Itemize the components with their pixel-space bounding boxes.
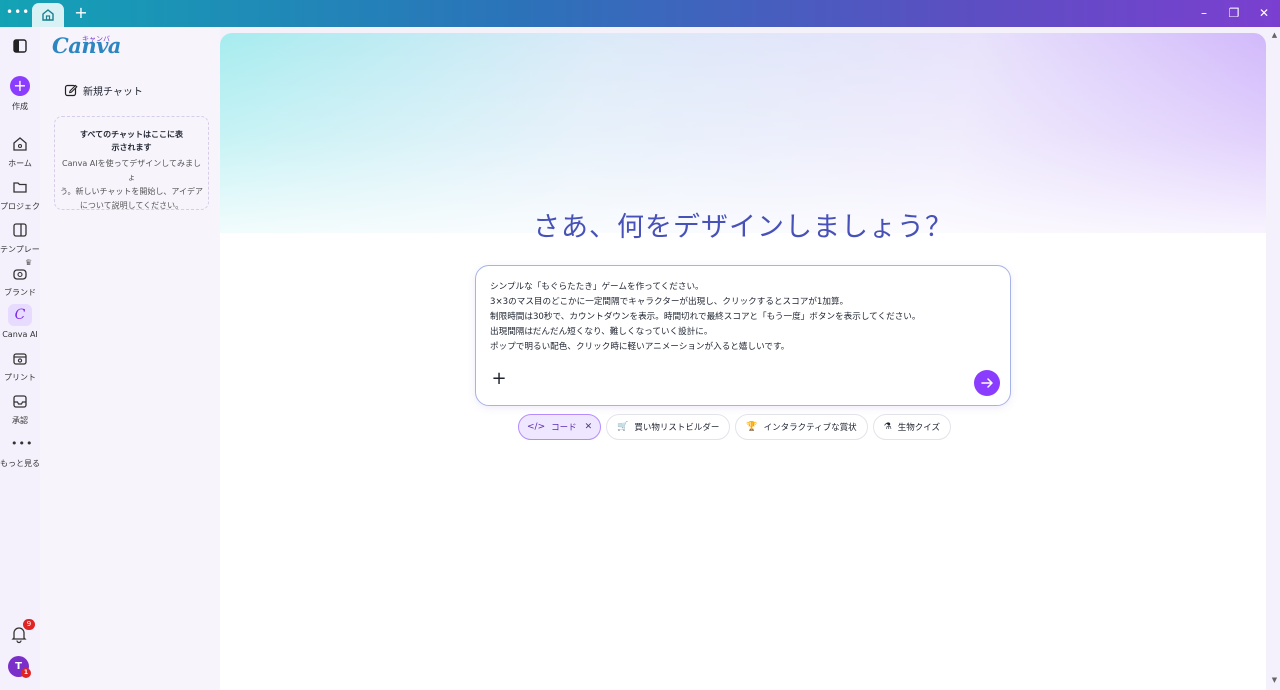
home-tab[interactable] — [32, 3, 64, 27]
empty-desc-line: う。新しいチャットを開始し、アイデア — [59, 187, 204, 196]
home-icon — [42, 9, 54, 21]
empty-desc-line: について説明してください。 — [79, 201, 184, 210]
plus-icon: + — [10, 76, 30, 96]
chip-biology-quiz[interactable]: ⚗ 生物クイズ — [872, 414, 951, 440]
rail-item-label: もっと見る — [0, 459, 40, 468]
rail-item-label: 承認 — [12, 416, 28, 425]
empty-chats-description: Canva AIを使ってデザインしてみましょ う。新しいチャットを開始し、アイデ… — [59, 157, 204, 213]
new-chat-label: 新規チャット — [83, 86, 143, 98]
rail-item-label: プロジェクト — [0, 202, 48, 211]
rail-item-approvals[interactable]: 承認 — [0, 392, 40, 426]
chip-certificate[interactable]: 🏆 インタラクティブな賞状 — [735, 414, 868, 440]
left-rail: + 作成 ホーム プロジェクト テンプレート ♛ ブランド C Canva AI — [0, 27, 48, 690]
empty-title-line: すべてのチャットはここに表 — [79, 130, 184, 139]
rail-item-home[interactable]: ホーム — [0, 135, 40, 169]
sidebar-toggle-button[interactable] — [0, 37, 40, 55]
rail-item-brand[interactable]: ♛ ブランド — [0, 258, 40, 298]
avatar-badge: 1 — [21, 668, 31, 678]
empty-chats-title: すべてのチャットはここに表 示されます — [59, 128, 204, 154]
arrow-right-icon — [981, 378, 993, 388]
minimize-icon[interactable]: – — [1194, 4, 1214, 22]
trophy-icon: 🏆 — [746, 422, 758, 432]
rail-item-templates[interactable]: テンプレート — [0, 221, 48, 255]
template-icon — [13, 223, 27, 237]
flask-icon: ⚗ — [883, 422, 892, 432]
rail-item-canva-ai[interactable]: C Canva AI — [0, 304, 40, 339]
empty-title-line: 示されます — [111, 143, 152, 152]
plus-icon: + — [491, 368, 507, 389]
close-icon[interactable]: ✕ — [1254, 4, 1274, 22]
rail-item-projects[interactable]: プロジェクト — [0, 178, 48, 212]
rail-item-label: ブランド — [4, 288, 36, 297]
chip-label: 買い物リストビルダー — [634, 423, 720, 433]
prompt-input[interactable]: シンプルな「もぐらたたき」ゲームを作ってください。 3×3のマス目のどこかに一定… — [475, 265, 1011, 406]
more-dots-icon[interactable]: ••• — [6, 5, 29, 21]
rail-item-print[interactable]: プリント — [0, 349, 40, 383]
new-chat-button[interactable]: 新規チャット — [64, 81, 143, 99]
canva-ai-icon: C — [8, 304, 32, 326]
empty-chats-placeholder: すべてのチャットはここに表 示されます Canva AIを使ってデザインしてみま… — [54, 116, 209, 210]
chip-shopping-list[interactable]: 🛒 買い物リストビルダー — [606, 414, 731, 440]
rail-item-more[interactable]: ••• もっと見る — [0, 435, 40, 469]
chat-history-panel: Canva キャンバ 新規チャット すべてのチャットはここに表 示されます Ca… — [40, 27, 220, 690]
print-icon — [13, 353, 27, 365]
inbox-icon — [13, 395, 27, 408]
chip-label: インタラクティブな賞状 — [763, 423, 857, 433]
chip-code[interactable]: </> コード ✕ — [518, 414, 602, 440]
notifications-button[interactable]: 9 — [9, 619, 35, 644]
cart-icon: 🛒 — [617, 422, 629, 432]
title-bar: ••• + – ❐ ✕ — [0, 0, 1280, 27]
notification-count-badge: 9 — [23, 619, 35, 630]
rail-item-label: ホーム — [8, 159, 32, 168]
scroll-down-icon[interactable]: ▼ — [1271, 677, 1278, 684]
prompt-text[interactable]: シンプルな「もぐらたたき」ゲームを作ってください。 3×3のマス目のどこかに一定… — [490, 280, 995, 355]
scrollbar[interactable]: ▲ ▼ — [1268, 27, 1280, 690]
canva-logo-kana: キャンバ — [82, 35, 110, 43]
add-attachment-button[interactable]: + — [490, 368, 508, 389]
folder-icon — [13, 182, 27, 193]
crown-icon: ♛ — [25, 258, 33, 267]
restore-icon[interactable]: ❐ — [1224, 4, 1244, 22]
rail-item-label: Canva AI — [2, 330, 38, 339]
main-canvas: さあ、何をデザインしましょう？ シンプルな「もぐらたたき」ゲームを作ってください… — [220, 33, 1266, 690]
sidebar-toggle-icon — [13, 39, 27, 53]
suggestion-chips: </> コード ✕ 🛒 買い物リストビルダー 🏆 インタラクティブな賞状 ⚗ 生… — [518, 414, 951, 440]
scroll-up-icon[interactable]: ▲ — [1271, 32, 1278, 39]
close-icon[interactable]: ✕ — [585, 422, 593, 432]
page-title: さあ、何をデザインしましょう？ — [533, 212, 953, 243]
edit-icon — [64, 84, 78, 97]
create-label: 作成 — [12, 102, 28, 111]
create-button[interactable]: + 作成 — [0, 76, 40, 112]
chip-label: コード — [551, 423, 577, 433]
new-tab-plus-icon[interactable]: + — [72, 4, 90, 22]
avatar[interactable]: T 1 — [8, 656, 31, 678]
code-icon: </> — [527, 422, 546, 432]
send-button[interactable] — [974, 370, 1000, 396]
home-icon — [13, 137, 27, 151]
chip-label: 生物クイズ — [897, 423, 940, 433]
empty-desc-line: Canva AIを使ってデザインしてみましょ — [62, 159, 201, 182]
rail-item-label: テンプレート — [0, 245, 48, 254]
more-icon: ••• — [11, 437, 34, 450]
rail-item-label: プリント — [4, 373, 36, 382]
